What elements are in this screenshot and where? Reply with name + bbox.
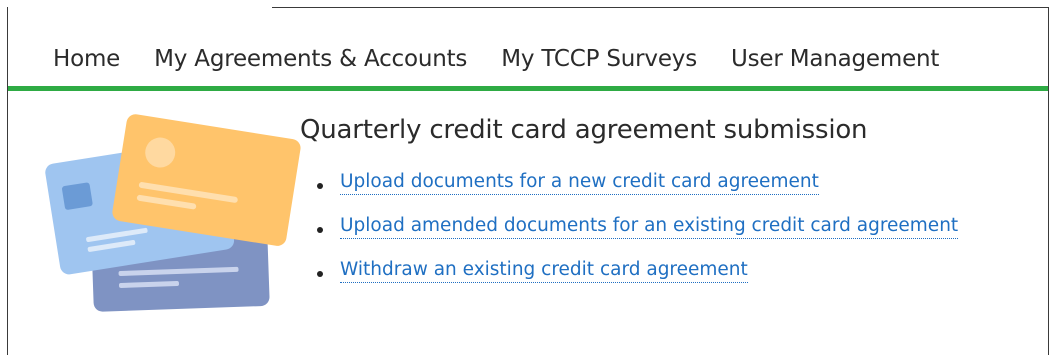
credit-cards-illustration-icon	[40, 105, 305, 325]
nav-divider	[8, 86, 1048, 91]
bullet-icon	[317, 271, 323, 277]
action-links-list: Upload documents for a new credit card a…	[315, 171, 959, 303]
page-title: Quarterly credit card agreement submissi…	[300, 115, 868, 145]
nav-item-home[interactable]: Home	[53, 46, 120, 72]
upload-new-agreement-link[interactable]: Upload documents for a new credit card a…	[340, 171, 819, 195]
list-item: Upload documents for a new credit card a…	[315, 171, 958, 215]
bullet-icon	[317, 227, 323, 233]
nav-item-my-tccp-surveys[interactable]: My TCCP Surveys	[501, 46, 697, 72]
nav-item-user-management[interactable]: User Management	[731, 46, 939, 72]
list-item: Withdraw an existing credit card agreeme…	[315, 259, 958, 303]
upload-amended-documents-link[interactable]: Upload amended documents for an existing…	[340, 215, 959, 239]
withdraw-agreement-link[interactable]: Withdraw an existing credit card agreeme…	[340, 259, 748, 283]
main-navigation: Home My Agreements & Accounts My TCCP Su…	[8, 34, 1048, 84]
list-item: Upload amended documents for an existing…	[315, 215, 959, 259]
frame-border-top	[272, 7, 1049, 8]
nav-item-my-agreements-accounts[interactable]: My Agreements & Accounts	[154, 46, 467, 72]
bullet-icon	[317, 183, 323, 189]
